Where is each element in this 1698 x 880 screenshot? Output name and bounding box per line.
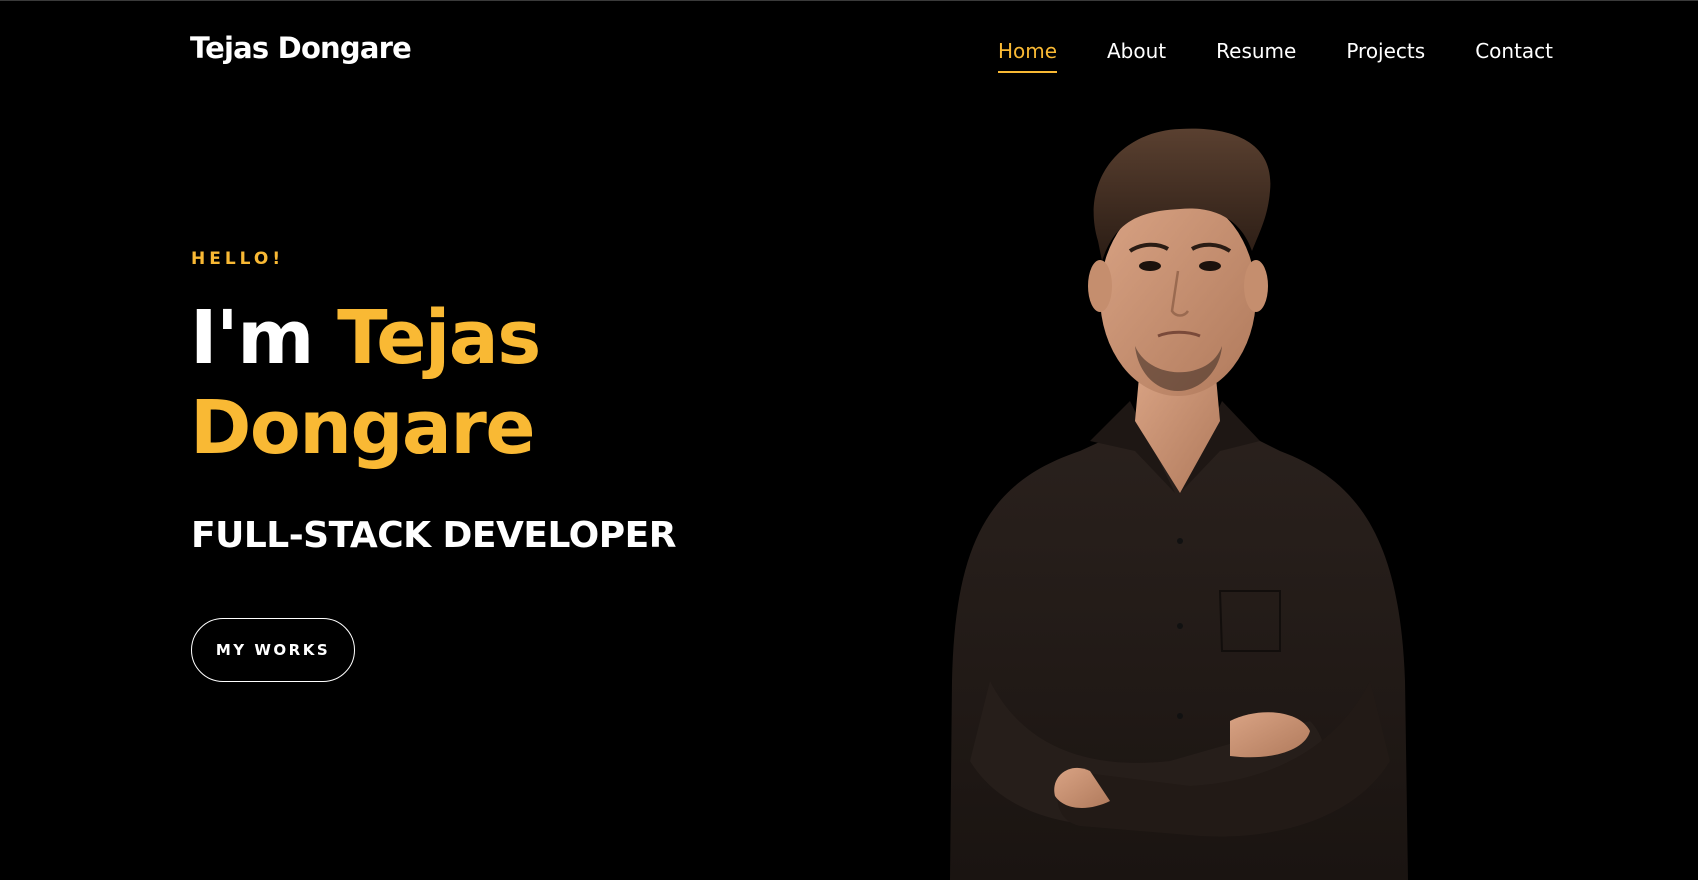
my-works-button[interactable]: MY WORKS [191, 618, 355, 682]
nav-item-resume[interactable]: Resume [1216, 39, 1296, 73]
nav-item-projects[interactable]: Projects [1346, 39, 1425, 73]
profile-photo [950, 128, 1408, 880]
hero-intro: I'm [190, 295, 338, 381]
nav-item-about[interactable]: About [1107, 39, 1166, 73]
hero-role: FULL-STACK DEVELOPER [191, 515, 676, 556]
nav-item-home[interactable]: Home [997, 39, 1058, 73]
page: Tejas Dongare Home About Resume Projects… [0, 0, 1698, 880]
site-logo[interactable]: Tejas Dongare [190, 31, 412, 65]
hero-headline: I'm Tejas Dongare [190, 293, 750, 473]
hero-greeting: HELLO! [191, 249, 285, 269]
main-nav: Home About Resume Projects Contact [948, 39, 1553, 73]
nav-item-contact[interactable]: Contact [1475, 39, 1553, 73]
